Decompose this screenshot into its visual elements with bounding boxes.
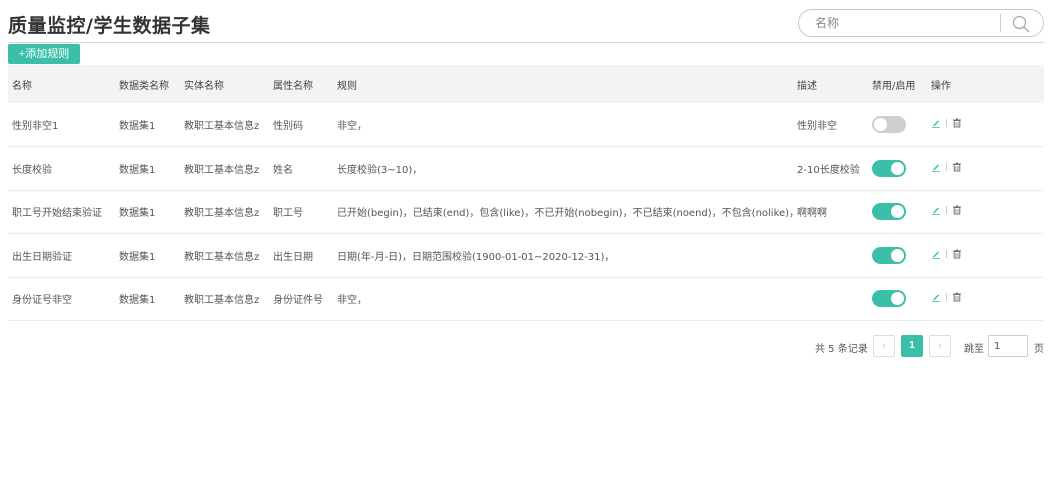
delete-icon[interactable] [952, 249, 962, 259]
rules-table: 名称 数据类名称 实体名称 属性名称 规则 描述 禁用/启用 操作 性别非空1 数… [8, 65, 1044, 321]
prev-page-button[interactable]: ‹ [873, 335, 895, 357]
cell-rule: 非空， [337, 121, 367, 132]
cell-attribute: 职工号 [273, 208, 303, 220]
toggle-knob [891, 292, 904, 306]
search-divider [1000, 14, 1001, 32]
cell-description [793, 234, 868, 278]
edit-icon[interactable] [931, 292, 941, 303]
col-header-description: 描述 [797, 80, 817, 92]
toggle-knob [891, 205, 904, 219]
cell-entity: 教职工基本信息z [184, 208, 260, 220]
search-icon[interactable] [1011, 14, 1031, 34]
col-header-entity: 实体名称 [184, 80, 224, 92]
cell-dataset: 数据集1 [119, 251, 156, 263]
table-body: 性别非空1 数据集1 教职工基本信息z 性别码 非空， 性别非空 长度校验 数据集1 教职工基本… [8, 103, 1044, 321]
action-divider [946, 119, 947, 127]
cell-dataset: 数据集1 [119, 121, 156, 132]
enable-toggle[interactable] [872, 290, 906, 308]
page-unit-label: 页 [1034, 344, 1044, 355]
col-header-name: 名称 [12, 80, 32, 92]
cell-dataset: 数据集1 [119, 164, 156, 176]
edit-icon[interactable] [931, 205, 941, 216]
cell-description [793, 277, 868, 321]
cell-description: 啊啊啊 [797, 208, 827, 220]
cell-rule: 已开始(begin)，已结束(end)，包含(like)，不已开始(nobegi… [337, 208, 793, 220]
enable-toggle[interactable] [872, 203, 906, 221]
cell-toggle [868, 277, 927, 321]
search-input[interactable] [815, 14, 995, 32]
col-header-toggle: 禁用/启用 [872, 80, 916, 92]
cell-rule: 日期(年-月-日)，日期范围校验(1900-01-01~2020-12-31)， [337, 251, 615, 263]
cell-rule: 非空， [337, 295, 367, 307]
toggle-knob [874, 118, 887, 131]
cell-toggle [868, 190, 927, 234]
toggle-knob [891, 248, 904, 262]
toggle-knob [891, 161, 904, 175]
cell-name: 性别非空1 [12, 121, 59, 132]
cell-name: 出生日期验证 [12, 251, 72, 263]
table-row: 性别非空1 数据集1 教职工基本信息z 性别码 非空， 性别非空 [8, 103, 1044, 147]
enable-toggle[interactable] [872, 159, 906, 177]
goto-label: 跳至 [964, 344, 984, 355]
page-title: 质量监控/学生数据子集 [8, 15, 211, 37]
action-divider [946, 206, 947, 215]
add-rule-button[interactable]: +添加规则 [8, 44, 80, 64]
cell-toggle [868, 103, 927, 147]
cell-actions [927, 147, 1044, 191]
edit-icon[interactable] [931, 118, 941, 128]
pagination: 共 5 条记录 ‹ 1 › 跳至 页 [0, 335, 1051, 357]
cell-entity: 教职工基本信息z [184, 295, 260, 307]
cell-toggle [868, 234, 927, 278]
edit-icon[interactable] [931, 162, 941, 172]
table-row: 身份证号非空 数据集1 教职工基本信息z 身份证件号 非空， [8, 277, 1044, 321]
cell-attribute: 出生日期 [273, 251, 313, 263]
action-divider [946, 249, 947, 258]
delete-icon[interactable] [952, 205, 962, 215]
next-page-button[interactable]: › [929, 335, 951, 357]
col-header-dataset: 数据类名称 [119, 80, 169, 92]
table-header-row: 名称 数据类名称 实体名称 属性名称 规则 描述 禁用/启用 操作 [8, 65, 1044, 103]
cell-entity: 教职工基本信息z [184, 121, 260, 132]
page-1-button[interactable]: 1 [901, 335, 923, 357]
col-header-attribute: 属性名称 [273, 80, 313, 92]
cell-entity: 教职工基本信息z [184, 164, 260, 176]
cell-name: 长度校验 [12, 164, 52, 176]
search-box [798, 9, 1044, 37]
col-header-rule: 规则 [337, 80, 357, 92]
action-divider [946, 162, 947, 171]
cell-actions [927, 277, 1044, 321]
cell-entity: 教职工基本信息z [184, 251, 260, 263]
cell-rule: 长度校验(3~10)， [337, 164, 423, 176]
cell-description: 性别非空 [797, 121, 837, 132]
table-row: 出生日期验证 数据集1 教职工基本信息z 出生日期 日期(年-月-日)，日期范围校验(1… [8, 234, 1044, 278]
cell-toggle [868, 147, 927, 191]
cell-dataset: 数据集1 [119, 208, 156, 220]
action-divider [946, 293, 947, 302]
cell-actions [927, 234, 1044, 278]
cell-description: 2-10长度校验 [797, 164, 860, 176]
cell-attribute: 身份证件号 [273, 295, 323, 307]
pagination-total: 共 5 条记录 [815, 344, 868, 355]
delete-icon[interactable] [952, 292, 962, 302]
edit-icon[interactable] [931, 249, 941, 259]
cell-attribute: 姓名 [273, 164, 293, 176]
delete-icon[interactable] [952, 118, 962, 128]
table-row: 职工号开始结束验证 数据集1 教职工基本信息z 职工号 已开始(begin)，已结束(e… [8, 190, 1044, 234]
page-header: 质量监控/学生数据子集 [8, 6, 1044, 43]
col-header-actions: 操作 [931, 80, 951, 92]
cell-actions [927, 190, 1044, 234]
cell-name: 职工号开始结束验证 [12, 208, 102, 220]
cell-dataset: 数据集1 [119, 295, 156, 307]
table-row: 长度校验 数据集1 教职工基本信息z 姓名 长度校验(3~10)， 2-10长度校验 [8, 147, 1044, 191]
goto-page-input[interactable] [988, 335, 1028, 357]
enable-toggle[interactable] [872, 116, 906, 133]
cell-actions [927, 103, 1044, 147]
cell-name: 身份证号非空 [12, 295, 72, 307]
delete-icon[interactable] [952, 162, 962, 172]
enable-toggle[interactable] [872, 246, 906, 264]
cell-attribute: 性别码 [273, 121, 303, 132]
